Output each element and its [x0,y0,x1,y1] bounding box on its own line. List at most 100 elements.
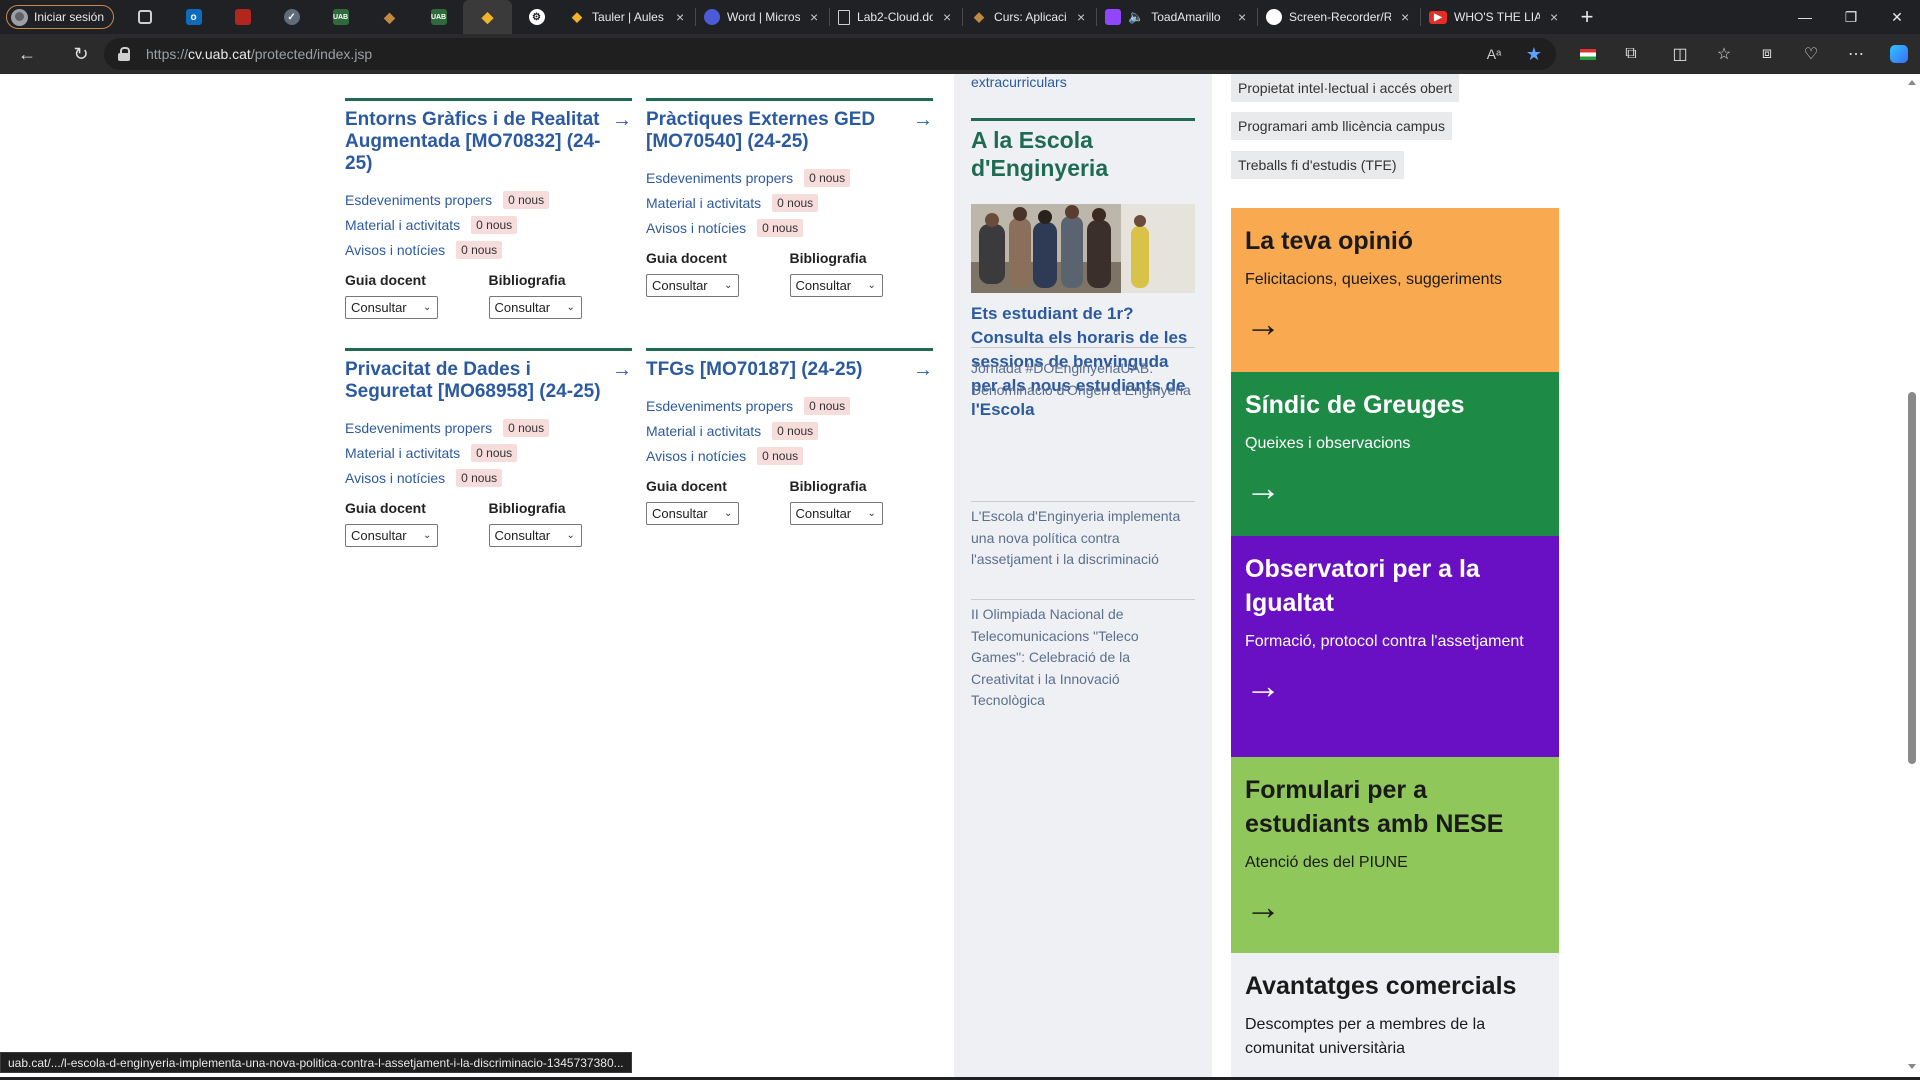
url-text[interactable]: https://cv.uab.cat/protected/index.jsp [146,46,372,62]
tag-link[interactable]: Programari amb llicència campus [1231,112,1452,140]
tab-title: Curs: Aplicacions d [994,10,1067,24]
close-window-button[interactable]: ✕ [1874,0,1920,34]
row-link[interactable]: Esdeveniments propers [646,398,793,414]
arrow-right-icon[interactable]: → [612,360,632,380]
close-icon[interactable]: × [807,9,821,25]
biblio-select[interactable]: Consultar ⌄ [789,502,883,525]
browser-essentials-icon[interactable]: ♡ [1794,37,1828,71]
read-aloud-icon[interactable]: Aᵃ [1484,44,1504,64]
tab-3[interactable]: ◆ Curs: Aplicacions d × [963,0,1096,34]
tab-6[interactable]: ▶ WHO'S THE LIAR | × [1421,0,1569,34]
biblio-group: Bibliografia Consultar ⌄ [789,250,934,297]
scrollbar-thumb[interactable] [1908,392,1916,764]
arrow-right-icon[interactable]: → [913,110,933,130]
favorites-icon[interactable]: ☆ [1707,37,1741,71]
back-button[interactable]: ← [10,37,44,71]
tag-link[interactable]: Treballs fi d'estudis (TFE) [1231,151,1404,179]
close-icon[interactable]: × [1398,9,1412,25]
more-options-icon[interactable]: ⋯ [1839,37,1873,71]
lock-icon[interactable] [118,47,130,61]
scroll-down-icon[interactable] [1908,1064,1916,1069]
flag-extension-icon[interactable] [1571,37,1605,71]
news-item-link[interactable]: II Olimpiada Nacional de Telecomunicacio… [971,604,1195,712]
close-icon[interactable]: × [673,9,687,25]
extensions-icon[interactable]: ⧉ [1614,37,1648,71]
close-icon[interactable]: × [1074,9,1088,25]
collections-icon[interactable]: ⧈ [1750,37,1784,71]
guide-select[interactable]: Consultar ⌄ [646,274,739,297]
news-item-link[interactable]: Jornada #DOEnginyeriaUAB: Denominació d'… [971,358,1195,401]
split-screen-icon[interactable]: ◫ [1663,37,1697,71]
tab-4[interactable]: 🔈 ToadAmarillo × [1097,0,1257,34]
pinned-tab-moodle-1[interactable]: ◆ [365,0,414,34]
row-link[interactable]: Material i activitats [646,423,761,439]
twitch-icon [1105,9,1122,25]
new-tab-button[interactable]: + [1569,0,1605,34]
biblio-group: Bibliografia Consultar ⌄ [789,478,934,525]
row-link[interactable]: Material i activitats [345,445,460,461]
course-row: Avisos i notícies 0 nous [345,237,632,262]
promo-avantatges[interactable]: Avantatges comercials Descomptes per a m… [1231,953,1559,1077]
row-link[interactable]: Avisos i notícies [646,220,746,236]
close-icon[interactable]: × [1235,9,1249,25]
pinned-tab-uab-1[interactable]: UAB [316,0,365,34]
biblio-select[interactable]: Consultar ⌄ [789,274,883,297]
biblio-select[interactable]: Consultar ⌄ [488,524,582,547]
count-badge: 0 nous [804,168,851,187]
speaker-icon[interactable]: 🔈 [1128,9,1144,25]
copilot-sidebar-icon[interactable] [1882,37,1916,71]
tab-1[interactable]: Word | Microsoft 3 × [696,0,829,34]
tag-link[interactable]: Propietat intel·lectual i accés obert [1231,74,1459,102]
news-photo[interactable] [971,204,1195,293]
address-bar[interactable]: https://cv.uab.cat/protected/index.jsp A… [104,38,1556,70]
course-title-link[interactable]: Entorns Gràfics i de Realitat Augmentada… [345,109,632,175]
pinned-tab-uab-2[interactable]: UAB [414,0,463,34]
course-title-link[interactable]: Pràctiques Externes GED [MO70540] (24-25… [646,109,933,153]
row-link[interactable]: Avisos i notícies [345,242,445,258]
tab-2[interactable]: Lab2-Cloud.docx × [830,0,962,34]
row-link[interactable]: Esdeveniments propers [345,420,492,436]
pinned-tab-chatgpt[interactable]: ⚙ [512,0,561,34]
minimize-button[interactable]: — [1782,0,1828,34]
course-title-link[interactable]: Privacitat de Dades i Seguretat [MO68958… [345,359,632,403]
pinned-tab-active[interactable]: ◆ [463,0,513,34]
arrow-right-icon[interactable]: → [913,360,933,380]
page-scrollbar[interactable] [1904,74,1920,1077]
close-icon[interactable]: × [940,9,954,25]
check-circle-icon: ✓ [283,9,300,25]
tab-0[interactable]: ◆ Tauler | Aules de la × [561,0,695,34]
course-activity-list: Esdeveniments propers 0 nous Material i a… [345,415,632,490]
tab-5[interactable]: Screen-Recorder/R × [1258,0,1420,34]
course-title-link[interactable]: TFGs [MO70187] (24-25) [646,359,933,381]
red-app-icon [234,9,251,25]
pinned-tab-check[interactable]: ✓ [267,0,316,34]
row-link[interactable]: Material i activitats [646,195,761,211]
tab-title: Lab2-Cloud.docx [857,10,934,24]
promo-observatori[interactable]: Observatori per a la Igualtat Formació, … [1231,536,1559,757]
favorite-star-icon[interactable]: ★ [1524,44,1544,64]
row-link[interactable]: Avisos i notícies [646,448,746,464]
profile-button[interactable]: Iniciar sesión [6,5,115,29]
pinned-tab-red-app[interactable] [218,0,267,34]
restore-button[interactable]: ❐ [1828,0,1874,34]
extracurriculars-link[interactable]: extracurriculars [971,74,1067,90]
row-link[interactable]: Material i activitats [345,217,460,233]
pinned-tab-workspaces[interactable] [120,0,169,34]
biblio-select[interactable]: Consultar ⌄ [488,296,582,319]
row-link[interactable]: Avisos i notícies [345,470,445,486]
pinned-tab-outlook[interactable]: o [169,0,218,34]
row-link[interactable]: Esdeveniments propers [646,170,793,186]
row-link[interactable]: Esdeveniments propers [345,192,492,208]
scroll-up-icon[interactable] [1908,80,1916,85]
promo-nese[interactable]: Formulari per a estudiants amb NESE Aten… [1231,757,1559,953]
news-item-link[interactable]: L'Escola d'Enginyeria implementa una nov… [971,506,1195,571]
guide-group: Guia docent Consultar ⌄ [646,478,790,525]
reload-button[interactable]: ↻ [64,37,98,71]
guide-select[interactable]: Consultar ⌄ [646,502,739,525]
arrow-right-icon[interactable]: → [612,110,632,130]
promo-opinio[interactable]: La teva opinió Felicitacions, queixes, s… [1231,208,1559,372]
promo-sindic[interactable]: Síndic de Greuges Queixes i observacions… [1231,372,1559,536]
close-icon[interactable]: × [1547,9,1561,25]
guide-select[interactable]: Consultar ⌄ [345,296,438,319]
guide-select[interactable]: Consultar ⌄ [345,524,438,547]
